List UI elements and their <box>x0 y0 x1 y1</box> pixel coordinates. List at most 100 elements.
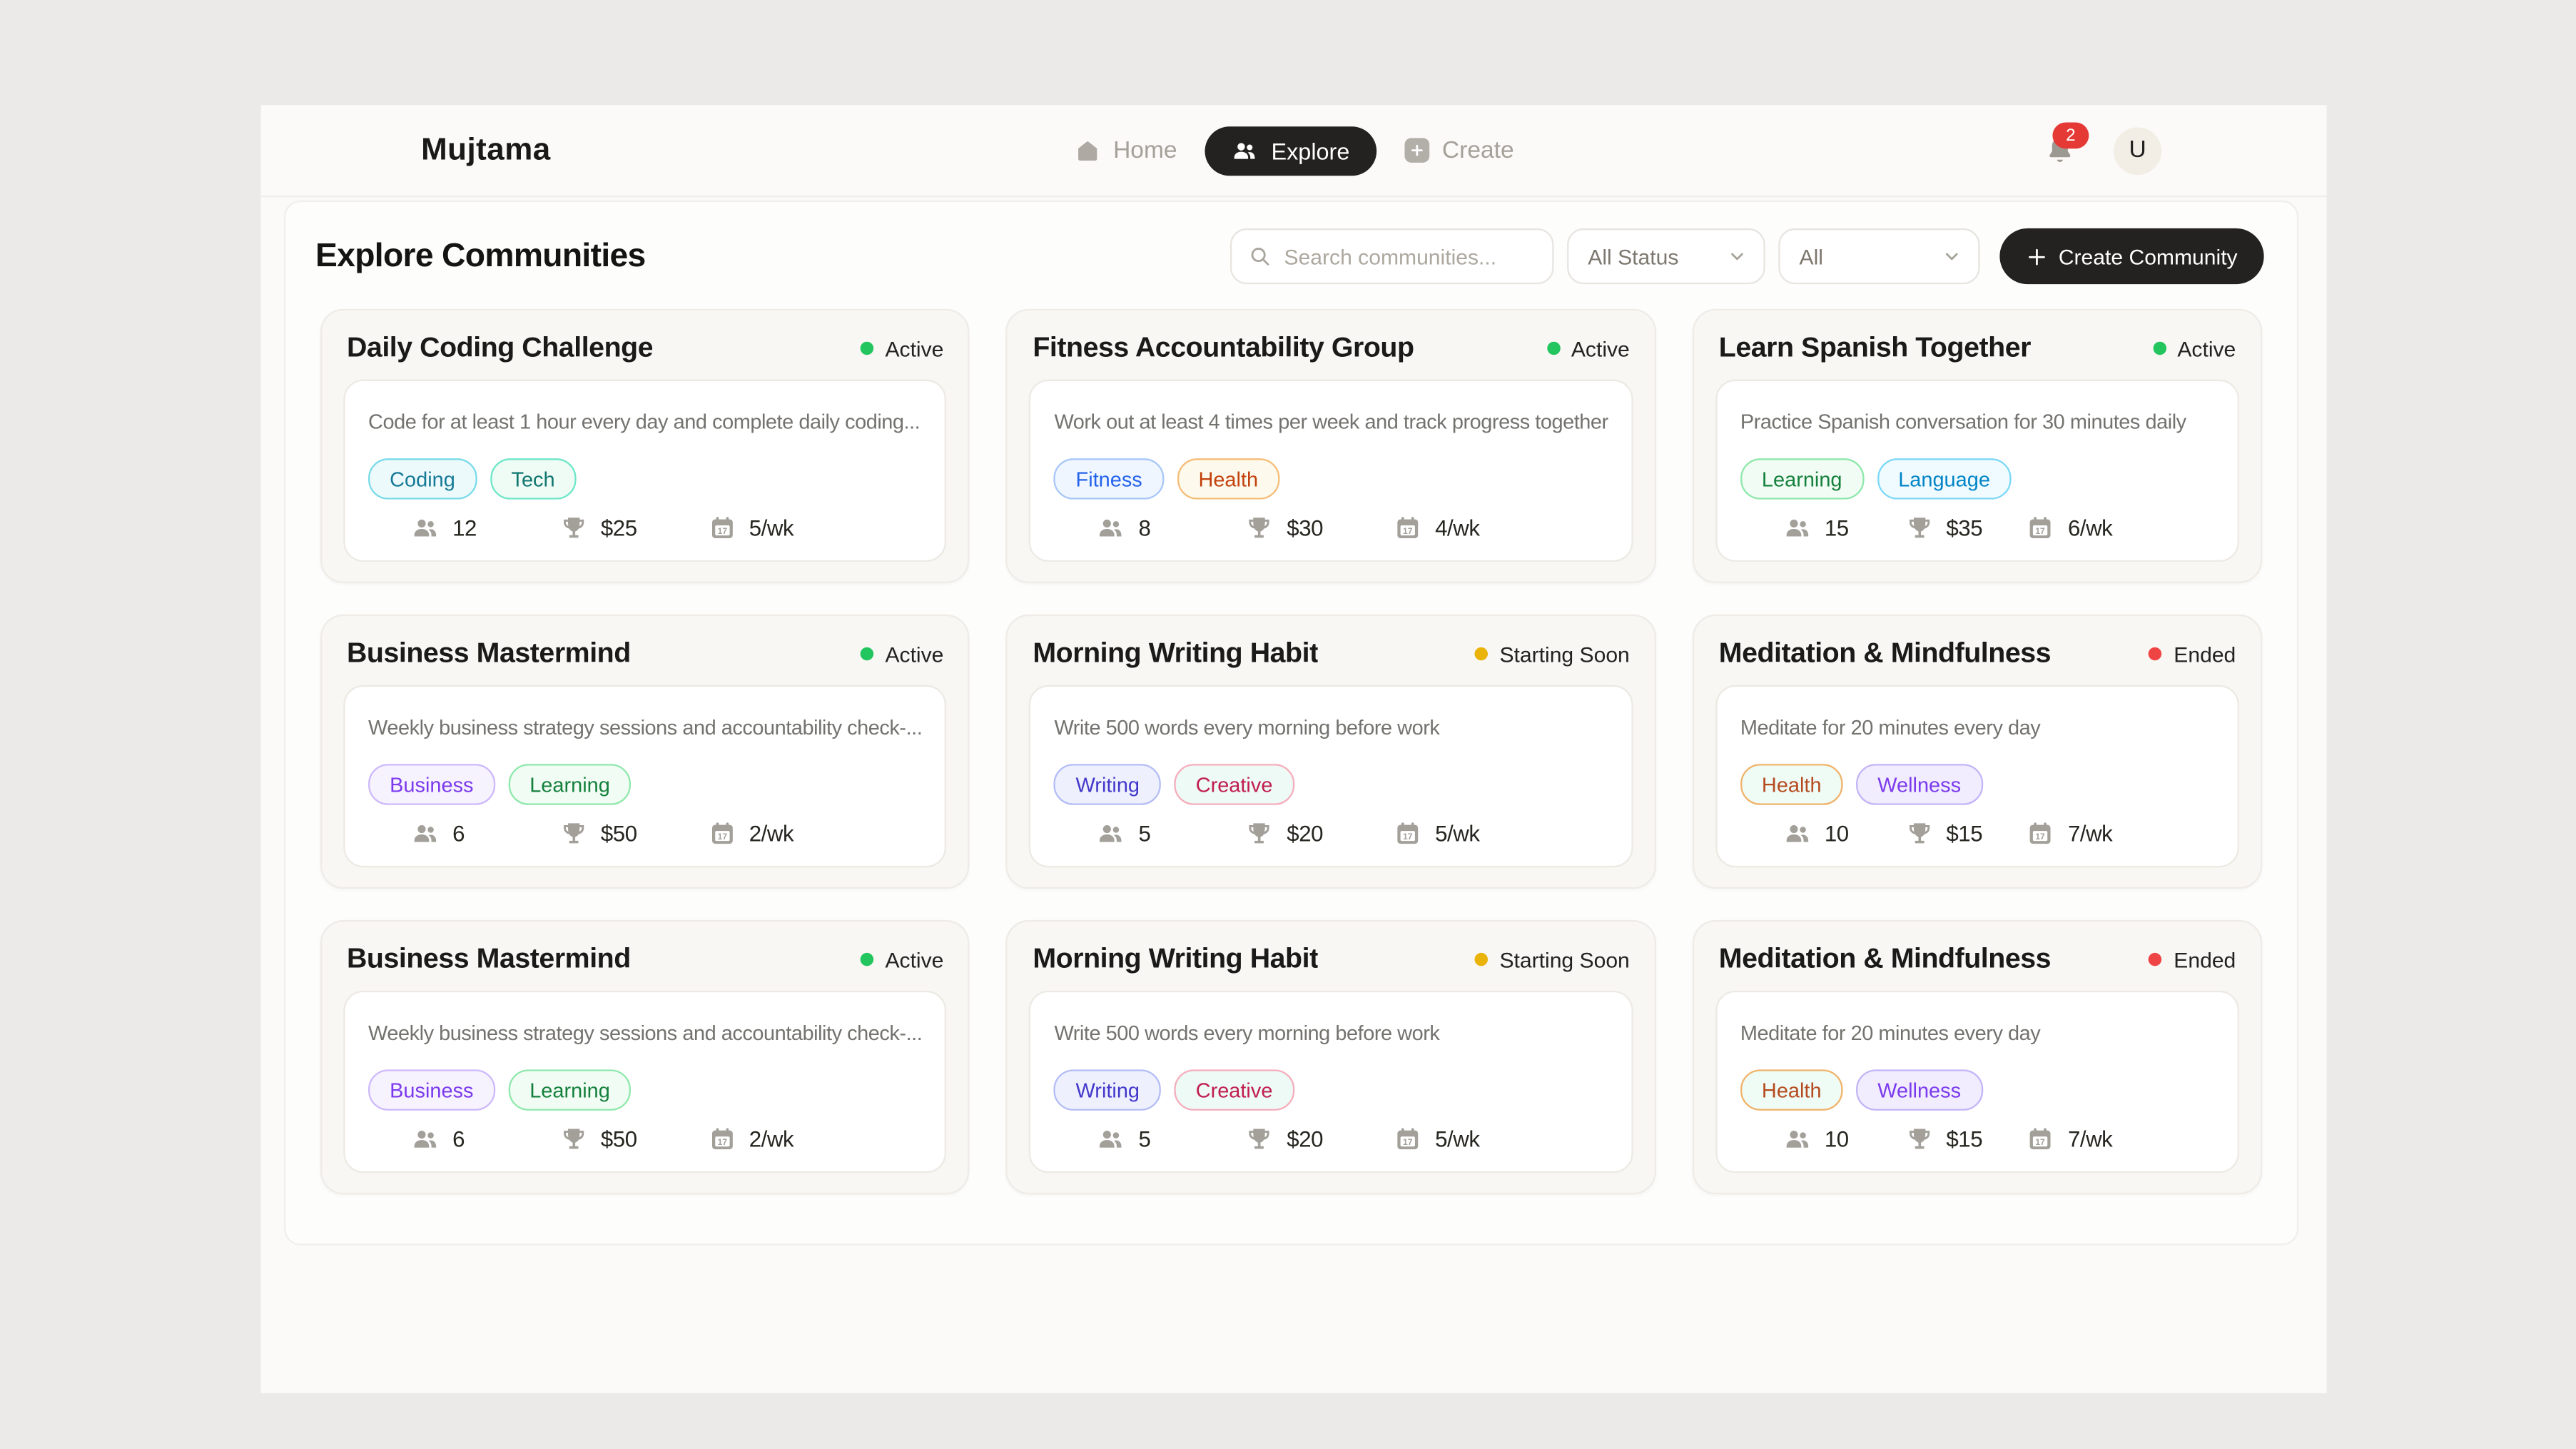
frequency-stat: 17 2/wk <box>708 1126 793 1153</box>
tag-pill: Business <box>368 1069 495 1111</box>
card-body: Write 500 words every morning before wor… <box>1030 685 1633 867</box>
calendar-icon: 17 <box>708 514 736 542</box>
card-header: Morning Writing Habit Starting Soon <box>1033 943 1629 976</box>
members-count: 5 <box>1138 822 1150 847</box>
card-body: Write 500 words every morning before wor… <box>1030 991 1633 1173</box>
status-badge: Ended <box>2149 947 2236 972</box>
stake-stat: $35 <box>1905 514 1983 542</box>
status-badge: Active <box>1546 336 1630 361</box>
card-header: Meditation & Mindfulness Ended <box>1719 637 2236 670</box>
status-label: Ended <box>2174 947 2236 972</box>
community-description: Meditate for 20 minutes every day <box>1740 716 2214 739</box>
members-icon <box>411 514 439 542</box>
stats-row: 6 $50 17 2/wk <box>368 819 922 847</box>
frequency-value: 4/wk <box>1435 516 1479 541</box>
members-icon <box>1097 819 1125 847</box>
tag-list: WritingCreative <box>1054 764 1608 805</box>
members-count: 6 <box>452 1127 465 1152</box>
community-card[interactable]: Meditation & Mindfulness Ended Meditate … <box>1693 615 2263 889</box>
community-card[interactable]: Daily Coding Challenge Active Code for a… <box>320 309 970 583</box>
stake-stat: $50 <box>559 819 637 847</box>
calendar-day-label: 17 <box>1403 526 1413 536</box>
notifications-button[interactable]: 2 <box>2044 134 2076 167</box>
community-title: Fitness Accountability Group <box>1033 332 1414 365</box>
calendar-icon: 17 <box>708 819 736 847</box>
frequency-value: 5/wk <box>749 516 793 541</box>
stats-row: 6 $50 17 2/wk <box>368 1126 922 1153</box>
community-card[interactable]: Business Mastermind Active Weekly busine… <box>320 615 970 889</box>
members-stat: 6 <box>411 1126 465 1153</box>
members-stat: 5 <box>1097 1126 1151 1153</box>
card-header: Learn Spanish Together Active <box>1719 332 2236 365</box>
community-description: Weekly business strategy sessions and ac… <box>368 1022 922 1045</box>
status-label: Starting Soon <box>1499 947 1629 972</box>
nav-label-home: Home <box>1113 137 1177 163</box>
card-body: Meditate for 20 minutes every day Health… <box>1715 685 2239 867</box>
stake-amount: $20 <box>1287 1127 1323 1152</box>
chevron-down-icon <box>1727 246 1747 266</box>
category-filter-value: All <box>1800 244 1823 269</box>
status-dot <box>1475 953 1489 966</box>
card-body: Weekly business strategy sessions and ac… <box>343 991 947 1173</box>
card-body: Code for at least 1 hour every day and c… <box>343 380 947 562</box>
tag-pill: Business <box>368 764 495 805</box>
nav-item-home[interactable]: Home <box>1074 137 1177 163</box>
community-card[interactable]: Morning Writing Habit Starting Soon Writ… <box>1006 920 1655 1194</box>
status-filter-select[interactable]: All Status <box>1566 228 1765 284</box>
nav-item-create[interactable]: Create <box>1404 137 1514 163</box>
calendar-icon: 17 <box>2027 1126 2054 1153</box>
community-title: Business Mastermind <box>347 637 631 670</box>
tag-list: Writing Creative <box>1054 1069 1608 1111</box>
community-title: Learn Spanish Together <box>1719 332 2031 365</box>
page-title: Explore Communities <box>315 238 646 276</box>
tag-pill: Tech <box>490 458 576 500</box>
status-badge: Starting Soon <box>1475 947 1630 972</box>
tag-pill: Creative <box>1175 1069 1294 1111</box>
members-icon <box>1783 514 1811 542</box>
frequency-stat: 17 5/wk <box>1394 819 1479 847</box>
tag-pill: Writing <box>1054 1069 1161 1111</box>
card-body: Weekly business strategy sessions and ac… <box>343 685 947 867</box>
users-icon <box>1232 137 1258 163</box>
tag-pill: Wellness <box>1856 764 1982 805</box>
status-dot <box>2149 647 2163 660</box>
category-filter-select[interactable]: All <box>1778 228 1979 284</box>
tag-pill: Writing <box>1054 764 1161 805</box>
status-badge: Ended <box>2149 642 2236 667</box>
frequency-value: 2/wk <box>749 822 793 847</box>
members-stat: 8 <box>1097 514 1151 542</box>
community-card[interactable]: Business Mastermind Active Weekly busine… <box>320 920 970 1194</box>
calendar-day-label: 17 <box>717 526 727 536</box>
tag-pill: Coding <box>368 458 477 500</box>
status-dot <box>861 342 874 355</box>
tag-pill: Learning <box>508 1069 632 1111</box>
community-card[interactable]: Fitness Accountability Group Active Work… <box>1006 309 1655 583</box>
community-card[interactable]: Learn Spanish Together Active Practice S… <box>1693 309 2263 583</box>
members-stat: 12 <box>411 514 477 542</box>
tag-pill: Health <box>1177 458 1279 500</box>
community-card[interactable]: Morning Writing Habit Starting Soon Writ… <box>1006 615 1655 889</box>
tag-pill: Wellness <box>1856 1069 1982 1111</box>
avatar[interactable]: U <box>2114 126 2161 174</box>
frequency-value: 7/wk <box>2068 1127 2112 1152</box>
nav-item-explore[interactable]: Explore <box>1205 126 1376 175</box>
community-card[interactable]: Meditation & Mindfulness Ended Meditate … <box>1693 920 2263 1194</box>
search-input[interactable]: Search communities... <box>1229 228 1553 284</box>
brand-logo: Mujtama <box>421 132 551 168</box>
trophy-icon <box>559 514 587 542</box>
status-dot <box>1475 647 1489 660</box>
status-label: Active <box>885 947 943 972</box>
tag-list: FitnessHealth <box>1054 458 1608 500</box>
members-stat: 5 <box>1097 819 1151 847</box>
community-description: Work out at least 4 times per week and t… <box>1054 410 1608 433</box>
status-label: Active <box>885 336 943 361</box>
community-description: Practice Spanish conversation for 30 min… <box>1740 410 2214 433</box>
frequency-value: 6/wk <box>2068 516 2112 541</box>
members-count: 10 <box>1825 822 1849 847</box>
members-icon <box>1097 1126 1125 1153</box>
create-community-button[interactable]: Create Community <box>1999 228 2264 284</box>
calendar-day-label: 17 <box>2036 832 2046 842</box>
members-icon <box>411 1126 439 1153</box>
members-stat: 15 <box>1783 514 1849 542</box>
trophy-icon <box>1905 819 1933 847</box>
